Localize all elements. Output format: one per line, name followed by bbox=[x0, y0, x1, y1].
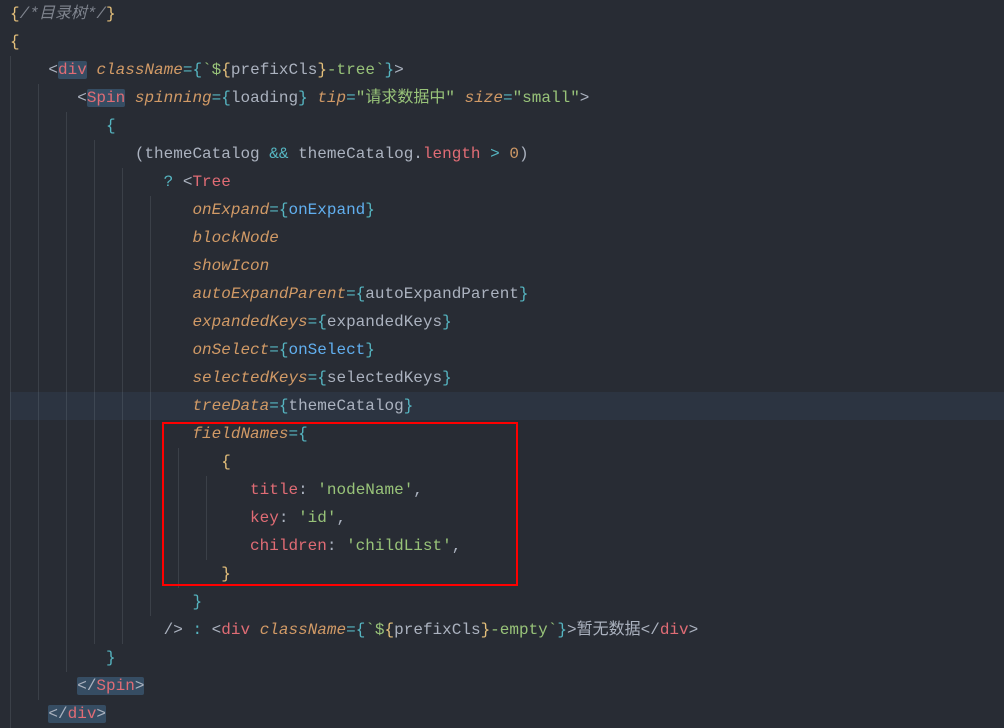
code-editor[interactable]: {/*目录树*/} { <div className={`${prefixCls… bbox=[0, 0, 1004, 728]
code-line: onExpand={onExpand} bbox=[10, 196, 1004, 224]
code-line: (themeCatalog && themeCatalog.length > 0… bbox=[10, 140, 1004, 168]
code-line: </Spin> bbox=[10, 672, 1004, 700]
code-line: <Spin spinning={loading} tip="请求数据中" siz… bbox=[10, 84, 1004, 112]
code-line: } bbox=[10, 588, 1004, 616]
code-line: { bbox=[10, 112, 1004, 140]
code-line: children: 'childList', bbox=[10, 532, 1004, 560]
code-line: fieldNames={ bbox=[10, 420, 1004, 448]
code-line: } bbox=[10, 644, 1004, 672]
code-line: treeData={themeCatalog} bbox=[10, 392, 1004, 420]
code-line: ? <Tree bbox=[10, 168, 1004, 196]
code-line: expandedKeys={expandedKeys} bbox=[10, 308, 1004, 336]
code-line: autoExpandParent={autoExpandParent} bbox=[10, 280, 1004, 308]
code-line: key: 'id', bbox=[10, 504, 1004, 532]
code-line: /> : <div className={`${prefixCls}-empty… bbox=[10, 616, 1004, 644]
code-line: showIcon bbox=[10, 252, 1004, 280]
code-line: </div> bbox=[10, 700, 1004, 728]
code-line: {/*目录树*/} bbox=[10, 0, 1004, 28]
code-line: } bbox=[10, 560, 1004, 588]
code-line: onSelect={onSelect} bbox=[10, 336, 1004, 364]
code-line: title: 'nodeName', bbox=[10, 476, 1004, 504]
code-line: <div className={`${prefixCls}-tree`}> bbox=[10, 56, 1004, 84]
code-line: selectedKeys={selectedKeys} bbox=[10, 364, 1004, 392]
code-line: { bbox=[10, 448, 1004, 476]
code-line: blockNode bbox=[10, 224, 1004, 252]
code-line: { bbox=[10, 28, 1004, 56]
